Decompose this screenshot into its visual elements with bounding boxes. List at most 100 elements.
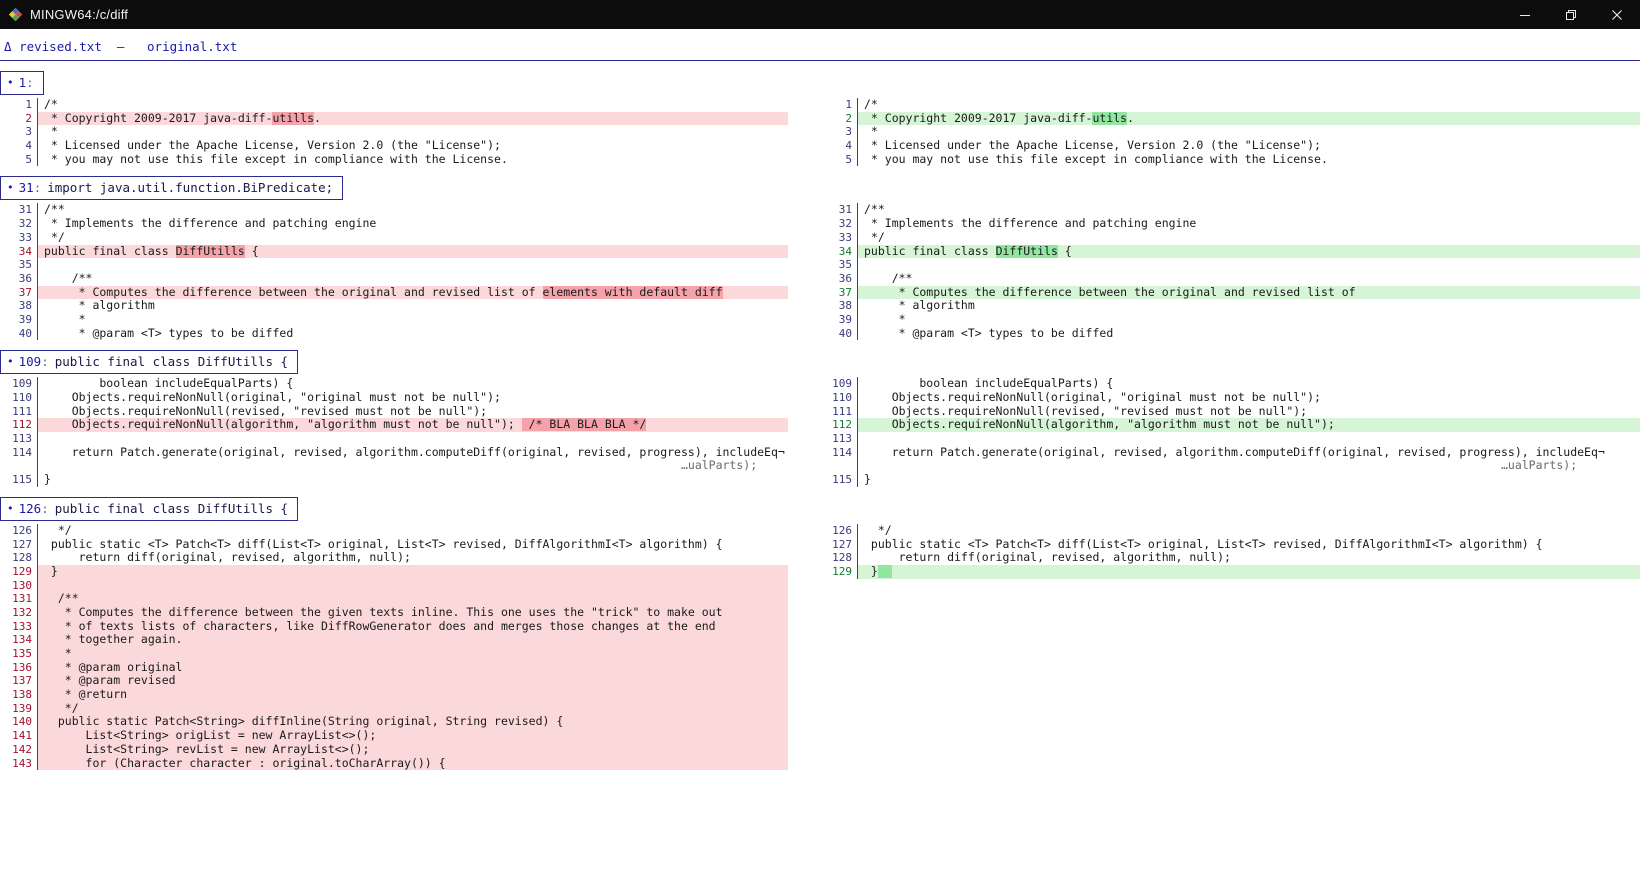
line-content: Objects.requireNonNull(original, "origin… — [44, 391, 501, 404]
diff-line-context: 114 return Patch.generate(original, revi… — [0, 445, 788, 460]
line-content: /** — [44, 203, 65, 217]
line-number: 3 — [0, 125, 38, 140]
line-number: 141 — [0, 729, 38, 743]
diff-line-context: 113 — [0, 432, 788, 446]
line-number: 135 — [0, 647, 38, 661]
diff-line-context: 3 * — [820, 125, 1640, 140]
hunk-context: public final class DiffUtills { — [54, 354, 289, 370]
line-number: 134 — [0, 633, 38, 647]
diff-line-wrapped: …ualParts); — [0, 459, 788, 474]
line-content: * Licensed under the Apache License, Ver… — [44, 139, 501, 153]
word-highlight: DiffUtils — [995, 244, 1058, 258]
line-number: 31 — [0, 203, 38, 218]
diff-body: • 1:1/* 2 * Copyright 2009-2017 java-diff-… — [0, 61, 1640, 771]
diff-line-context: 4 * Licensed under the Apache License, V… — [0, 139, 788, 153]
line-number: 127 — [820, 537, 858, 552]
diff-line-context: 38 * algorithm — [0, 299, 788, 313]
line-number: 114 — [0, 445, 38, 460]
line-content: * — [38, 647, 788, 661]
diff-line-context: 1 /* — [0, 98, 788, 112]
diff-line-added: 37 * Computes the difference between the… — [820, 285, 1640, 300]
line-number: 34 — [820, 244, 858, 259]
diff-line-context: 128 return diff(original, revised, algor… — [820, 551, 1640, 565]
line-content — [38, 578, 788, 593]
hunk-header[interactable]: • 109: public final class DiffUtills { — [0, 350, 299, 375]
line-content: /** — [44, 271, 93, 285]
line-number: 3 — [820, 125, 858, 140]
line-content: boolean includeEqualParts) { — [44, 377, 294, 391]
line-number: 110 — [0, 391, 38, 405]
line-number: 114 — [820, 445, 858, 460]
line-number: 127 — [0, 537, 38, 552]
hunk-header[interactable]: • 1: — [0, 71, 44, 95]
line-number: 38 — [0, 299, 38, 313]
close-icon[interactable] — [1594, 0, 1640, 29]
line-content: * you may not use this file except in co… — [44, 152, 508, 166]
left-file-name: revised.txt — [19, 39, 102, 54]
line-content: return Patch.generate(original, revised,… — [44, 445, 785, 459]
hunk-line-number: 109 — [18, 354, 42, 370]
diff-pane-original: 109 boolean includeEqualParts) {110 Obje… — [820, 377, 1640, 487]
hunk-line-number: 126 — [18, 500, 42, 516]
line-number: 40 — [0, 326, 38, 341]
diff-line-removed: 135 * — [0, 647, 788, 661]
line-number: 1 — [820, 98, 858, 112]
line-content: return diff(original, revised, algorithm… — [44, 551, 411, 565]
line-content: /** — [38, 592, 788, 606]
line-number: 5 — [820, 152, 858, 167]
line-content: * @param <T> types to be diffed — [44, 326, 294, 340]
line-content: * of texts lists of characters, like Dif… — [38, 619, 788, 634]
line-content: * @return — [38, 688, 788, 702]
line-number: 140 — [0, 715, 38, 730]
line-content: Objects.requireNonNull(revised, "revised… — [864, 404, 1308, 418]
line-number: 39 — [0, 312, 38, 327]
line-content: * Computes the difference between the or… — [858, 285, 1640, 300]
line-number: 35 — [820, 258, 858, 272]
line-number: 133 — [0, 619, 38, 634]
line-content: * Implements the difference and patching… — [864, 217, 1197, 231]
line-number: 143 — [0, 756, 38, 771]
line-content: Objects.requireNonNull(original, "origin… — [864, 391, 1321, 404]
minimize-icon[interactable] — [1502, 0, 1548, 29]
diff-line-wrapped: …ualParts); — [820, 459, 1640, 474]
line-number: 111 — [0, 404, 38, 419]
diff-line-removed: 136 * @param original — [0, 660, 788, 675]
diff-hunk-panes: 109 boolean includeEqualParts) { 110 Obje… — [0, 377, 1640, 487]
line-content: */ — [44, 230, 65, 244]
line-content: /** — [864, 203, 885, 217]
line-content: Objects.requireNonNull(revised, "revised… — [44, 404, 488, 418]
diff-line-removed: 2 * Copyright 2009-2017 java-diff-utills… — [0, 111, 788, 126]
diff-line-context: 35 — [820, 258, 1640, 272]
diff-line-added: 112 Objects.requireNonNull(algorithm, "a… — [820, 418, 1640, 433]
line-number: 4 — [0, 139, 38, 153]
hunk-header[interactable]: • 126: public final class DiffUtills { — [0, 496, 299, 521]
line-content: * Copyright 2009-2017 java-diff-utils. — [858, 111, 1640, 126]
diff-line-context: 33 */ — [0, 230, 788, 245]
hunk-header[interactable]: • 31: import java.util.function.BiPredicat… — [0, 176, 344, 201]
line-content: * @param original — [38, 660, 788, 675]
line-content: for (Character character : original.toCh… — [38, 756, 788, 771]
diff-line-context: 5 * you may not use this file except in … — [820, 152, 1640, 167]
line-content: * Implements the difference and patching… — [44, 217, 377, 231]
restore-icon[interactable] — [1548, 0, 1594, 29]
line-number: 109 — [820, 377, 858, 391]
line-number: 111 — [820, 404, 858, 419]
right-file-name: original.txt — [147, 39, 238, 54]
diff-line-added: 2 * Copyright 2009-2017 java-diff-utils. — [820, 111, 1640, 126]
line-content: * algorithm — [864, 299, 975, 313]
diff-line-context: 126 */ — [0, 523, 788, 538]
word-highlight: elements with default diff — [542, 285, 723, 299]
line-number: 35 — [0, 258, 38, 272]
hunk-colon: : — [33, 180, 42, 196]
line-content: } — [38, 564, 788, 579]
line-content: public static <T> Patch<T> diff(List<T> … — [864, 537, 1543, 551]
diff-line-context: 3 * — [0, 125, 788, 140]
hunk-bullet-icon: • — [7, 76, 14, 89]
line-number: 32 — [820, 217, 858, 231]
line-number: 37 — [0, 285, 38, 300]
diff-line-context: 109 boolean includeEqualParts) { — [820, 377, 1640, 391]
window-title: MINGW64:/c/diff — [30, 7, 129, 22]
diff-line-removed: 132 * Computes the difference between th… — [0, 605, 788, 620]
diff-line-removed: 37 * Computes the difference between the… — [0, 285, 788, 300]
line-content: * together again. — [38, 633, 788, 647]
